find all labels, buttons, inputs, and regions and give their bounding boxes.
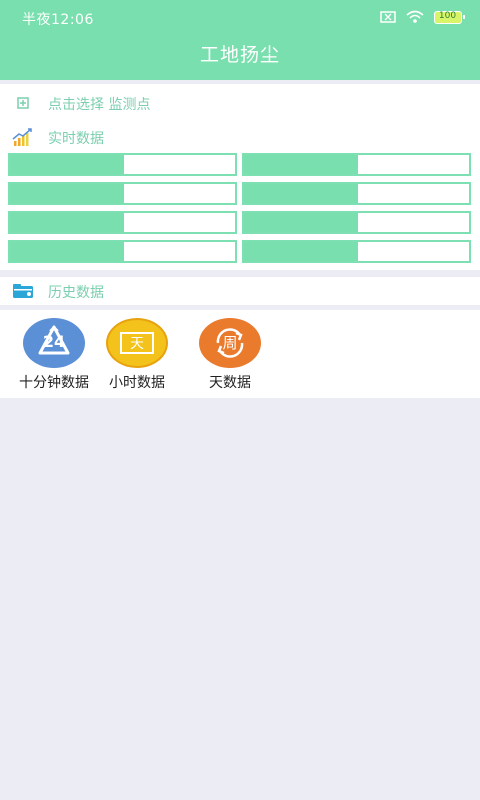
data-cell[interactable] <box>242 182 471 205</box>
data-cell[interactable] <box>8 182 237 205</box>
history-shortcuts: 24 十分钟数据 天 小时数据 周 天数据 <box>0 310 480 398</box>
status-icons: 100 <box>380 9 465 25</box>
page-title: 工地扬尘 <box>199 44 280 66</box>
week-cycle-icon: 周 <box>199 318 261 368</box>
hourly-data-button[interactable]: 天 小时数据 <box>89 318 185 392</box>
data-cell[interactable] <box>242 211 471 234</box>
daily-data-button[interactable]: 周 天数据 <box>182 318 278 392</box>
realtime-label: 实时数据 <box>48 131 104 147</box>
monitor-select-label: 点击选择 监测点 <box>48 97 151 113</box>
data-cell[interactable] <box>242 240 471 263</box>
data-cell[interactable] <box>8 240 237 263</box>
monitor-select-row[interactable]: 点击选择 监测点 <box>0 91 480 115</box>
history-label: 历史数据 <box>48 285 104 301</box>
app-header: 半夜12:06 100 工地扬尘 <box>0 0 480 80</box>
folder-icon <box>13 284 33 298</box>
ten-minute-data-button[interactable]: 24 十分钟数据 <box>6 318 102 392</box>
wifi-icon <box>406 10 424 23</box>
chart-bars-icon <box>12 128 32 146</box>
data-cell[interactable] <box>8 211 237 234</box>
day-screen-icon: 天 <box>106 318 168 368</box>
daily-data-label: 天数据 <box>209 375 251 391</box>
hourly-data-label: 小时数据 <box>109 375 165 391</box>
battery-icon: 100 <box>434 10 465 24</box>
data-cell[interactable] <box>8 153 237 176</box>
history-row: 历史数据 <box>0 279 480 303</box>
battery-level: 100 <box>438 10 457 21</box>
ten-minute-data-label: 十分钟数据 <box>19 375 89 391</box>
recycle-24-icon: 24 <box>23 318 85 368</box>
notification-icon <box>380 11 396 23</box>
data-cell[interactable] <box>242 153 471 176</box>
status-time: 半夜12:06 <box>22 12 94 28</box>
location-select-icon <box>17 97 29 109</box>
realtime-row: 实时数据 <box>0 125 480 149</box>
